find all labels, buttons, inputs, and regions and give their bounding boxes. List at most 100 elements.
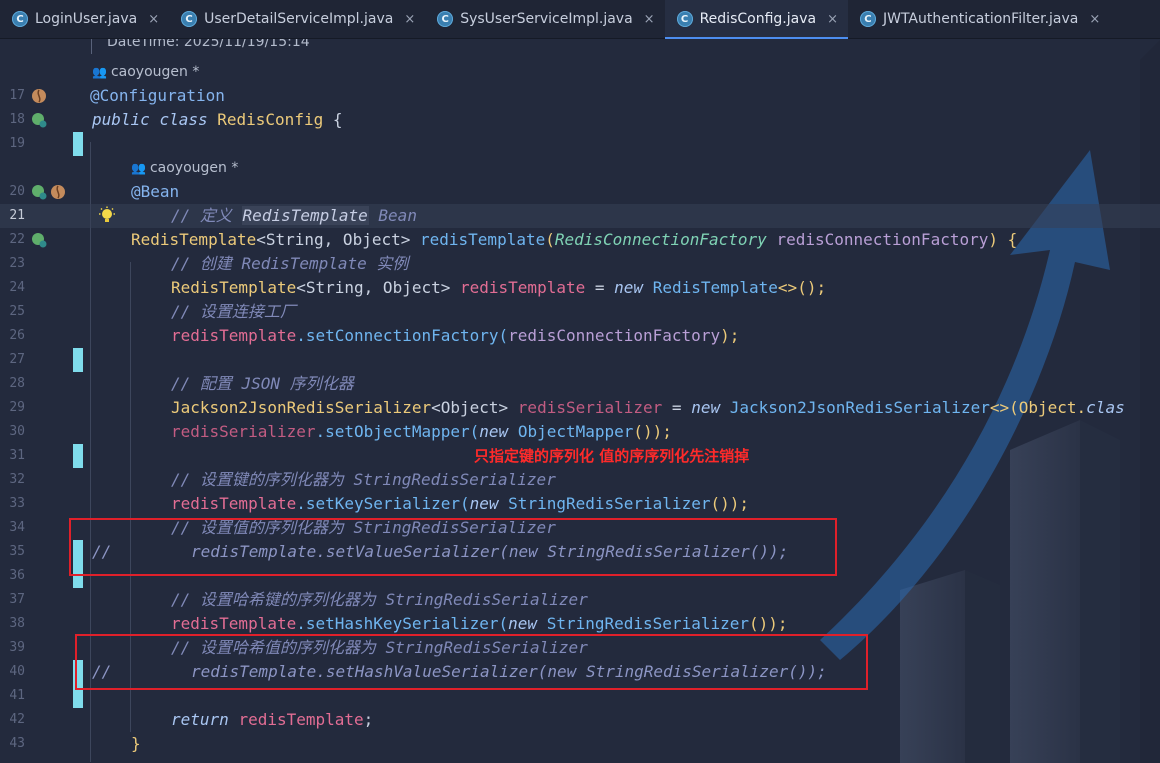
code-token: @Bean: [131, 182, 180, 201]
code-token: Jackson2JsonRedisSerializer: [729, 398, 990, 417]
close-icon[interactable]: ×: [404, 12, 415, 27]
code-comment: // 定义: [171, 206, 242, 225]
code-line[interactable]: 26 redisTemplate.setConnectionFactory(re…: [0, 324, 1160, 348]
code-token: new: [691, 398, 721, 417]
close-icon[interactable]: ×: [827, 12, 838, 27]
spring-bean-icon[interactable]: [31, 112, 47, 128]
code-line[interactable]: 18 public class RedisConfig {: [0, 108, 1160, 132]
line-number: 22: [9, 232, 25, 247]
change-marker[interactable]: [73, 348, 83, 372]
code-line[interactable]: 24 RedisTemplate<String, Object> redisTe…: [0, 276, 1160, 300]
line-number: 20: [9, 184, 25, 199]
code-line[interactable]: 25 // 设置连接工厂: [0, 300, 1160, 324]
code-token: ());: [710, 494, 749, 513]
line-number: 38: [9, 616, 25, 631]
line-number: 40: [9, 664, 25, 679]
code-line[interactable]: 38 redisTemplate.setHashKeySerializer(ne…: [0, 612, 1160, 636]
code-token: RedisTemplate: [652, 278, 778, 297]
tab-userdetailserviceimpl[interactable]: C UserDetailServiceImpl.java ×: [169, 0, 425, 38]
annotation-box-value-serializer: [69, 518, 837, 576]
close-icon[interactable]: ×: [644, 12, 655, 27]
code-line[interactable]: 37 // 设置哈希键的序列化器为 StringRedisSerializer: [0, 588, 1160, 612]
line-number: 30: [9, 424, 25, 439]
line-number: 35: [9, 544, 25, 559]
change-marker[interactable]: [73, 132, 83, 156]
bean-icon[interactable]: [50, 184, 66, 200]
line-number: 27: [9, 352, 25, 367]
tab-label: UserDetailServiceImpl.java: [204, 11, 394, 27]
code-line[interactable]: 22 RedisTemplate<String, Object> redisTe…: [0, 228, 1160, 252]
line-number: 28: [9, 376, 25, 391]
bean-icon[interactable]: [31, 88, 47, 104]
person-icon: 👥: [92, 65, 107, 79]
code-comment: // 设置连接工厂: [171, 302, 296, 321]
code-line[interactable]: 27: [0, 348, 1160, 372]
line-number: 25: [9, 304, 25, 319]
code-line[interactable]: 43 }: [0, 732, 1160, 756]
code-line[interactable]: 19: [0, 132, 1160, 156]
author-hint[interactable]: 👥 caoyougen *: [92, 60, 199, 84]
code-token: public: [92, 110, 150, 129]
code-token: new: [469, 494, 499, 513]
line-number: 31: [9, 448, 25, 463]
tab-loginuser[interactable]: C LoginUser.java ×: [0, 0, 169, 38]
code-token: <String, Object>: [296, 278, 451, 297]
code-token: redisTemplate: [420, 230, 546, 249]
spring-bean-icon[interactable]: [31, 232, 47, 248]
close-icon[interactable]: ×: [148, 12, 159, 27]
code-token: ObjectMapper: [517, 422, 634, 441]
editor-tab-bar: C LoginUser.java × C UserDetailServiceIm…: [0, 0, 1160, 39]
code-line[interactable]: 20 @Bean: [0, 180, 1160, 204]
code-comment: // 设置哈希键的序列化器为 StringRedisSerializer: [171, 590, 588, 609]
line-number: 19: [9, 136, 25, 151]
code-token: <Object>: [431, 398, 509, 417]
code-token: new: [479, 422, 509, 441]
code-line-current[interactable]: 21 // 定义 RedisTemplate Bean: [0, 204, 1160, 228]
tab-redisconfig[interactable]: C RedisConfig.java ×: [664, 0, 849, 39]
close-icon[interactable]: ×: [1089, 12, 1100, 27]
code-line[interactable]: 32 // 设置键的序列化器为 StringRedisSerializer: [0, 468, 1160, 492]
code-comment: // 配置 JSON 序列化器: [171, 374, 354, 393]
code-token: .setHashKeySerializer(: [296, 614, 509, 633]
code-comment: // 创建 RedisTemplate 实例: [171, 254, 409, 273]
code-token: =: [585, 278, 615, 297]
code-token: new: [614, 278, 644, 297]
line-number: 43: [9, 736, 25, 751]
line-number: 41: [9, 688, 25, 703]
line-number: 23: [9, 256, 25, 271]
lightbulb-icon[interactable]: [97, 206, 117, 226]
code-token: }: [131, 734, 141, 753]
code-token: RedisConnectionFactory: [554, 230, 767, 249]
line-number: 33: [9, 496, 25, 511]
tab-jwtauthenticationfilter[interactable]: C JWTAuthenticationFilter.java ×: [848, 0, 1110, 38]
line-number: 42: [9, 712, 25, 727]
code-line[interactable]: 17 @Configuration: [0, 84, 1160, 108]
code-line[interactable]: 29 Jackson2JsonRedisSerializer<Object> r…: [0, 396, 1160, 420]
code-token: <>(Object.: [989, 398, 1087, 417]
change-marker[interactable]: [73, 444, 83, 468]
author-hint[interactable]: 👥 caoyougen *: [131, 156, 238, 180]
code-token: );: [720, 326, 740, 345]
code-line[interactable]: 30 redisSerializer.setObjectMapper(new O…: [0, 420, 1160, 444]
code-line[interactable]: 42 return redisTemplate;: [0, 708, 1160, 732]
code-line[interactable]: 23 // 创建 RedisTemplate 实例: [0, 252, 1160, 276]
code-token: .setObjectMapper(: [315, 422, 480, 441]
spring-bean-icon[interactable]: [31, 184, 47, 200]
code-token: ());: [749, 614, 788, 633]
java-class-icon: C: [181, 11, 198, 27]
code-token: RedisTemplate: [171, 278, 297, 297]
code-line[interactable]: 33 redisTemplate.setKeySerializer(new St…: [0, 492, 1160, 516]
code-token: RedisTemplate: [131, 230, 257, 249]
code-token: redisTemplate: [171, 326, 297, 345]
code-token: ;: [363, 710, 374, 729]
line-number: 24: [9, 280, 25, 295]
line-number: 36: [9, 568, 25, 583]
code-comment-highlight: RedisTemplate: [241, 206, 369, 225]
code-token: .setConnectionFactory(: [296, 326, 509, 345]
code-token: redisSerializer: [171, 422, 316, 441]
code-line[interactable]: 28 // 配置 JSON 序列化器: [0, 372, 1160, 396]
code-token: redisConnectionFactory: [508, 326, 721, 345]
code-comment: Bean: [368, 206, 417, 225]
tab-sysuserserviceimpl[interactable]: C SysUserServiceImpl.java ×: [425, 0, 664, 38]
java-class-icon: C: [437, 11, 454, 27]
